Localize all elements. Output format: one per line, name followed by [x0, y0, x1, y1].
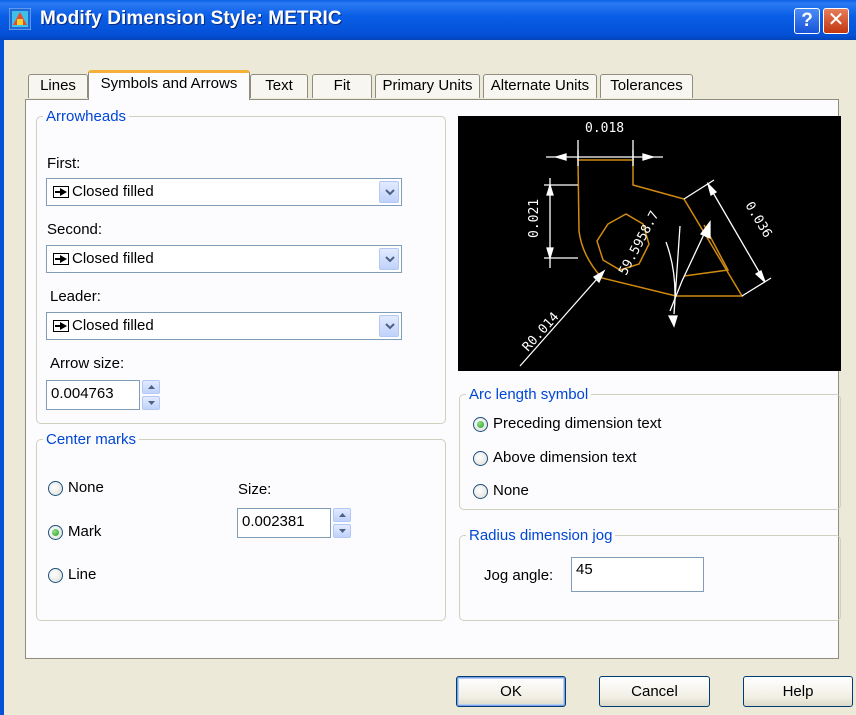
autocad-app-icon — [9, 8, 31, 30]
dim-top-text: 0.018 — [585, 121, 624, 136]
leader-label: Leader: — [50, 288, 101, 305]
radius-jog-group-title: Radius dimension jog — [466, 527, 616, 544]
first-label: First: — [47, 155, 81, 172]
radio-label: Line — [68, 566, 97, 583]
second-arrowhead-select[interactable]: Closed filled — [46, 245, 402, 273]
spin-down-icon[interactable] — [142, 396, 160, 410]
radio-circle-icon[interactable] — [48, 481, 63, 496]
center-mark-size-label: Size: — [238, 481, 272, 498]
radio-circle-icon[interactable] — [473, 451, 488, 466]
tab-symbols-and-arrows[interactable]: Symbols and Arrows — [88, 70, 250, 100]
radio-circle-icon[interactable] — [473, 417, 488, 432]
tab-alternate-units[interactable]: Alternate Units — [483, 74, 597, 98]
center-mark-size-input[interactable]: 0.002381 — [237, 508, 331, 538]
chevron-down-icon[interactable] — [379, 315, 399, 337]
dim-left-text: 0.021 — [527, 199, 542, 238]
radio-label: Above dimension text — [493, 449, 637, 466]
dim-angle-text: 59.5958.7 — [616, 209, 662, 278]
tab-lines[interactable]: Lines — [28, 74, 88, 98]
closed-filled-arrow-icon — [53, 186, 69, 198]
tab-fit[interactable]: Fit — [312, 74, 372, 98]
help-button[interactable]: Help — [743, 676, 853, 707]
chevron-down-icon[interactable] — [379, 181, 399, 203]
center-mark-size-spinner[interactable] — [333, 508, 351, 538]
leader-arrowhead-select[interactable]: Closed filled — [46, 312, 402, 340]
closed-filled-arrow-icon — [53, 253, 69, 265]
leader-arrowhead-value: Closed filled — [72, 317, 154, 334]
window-frame-left — [0, 40, 4, 715]
close-button[interactable]: ✕ — [823, 8, 849, 34]
dimension-preview: 0.018 0.021 0.036 59.5958.7 R0.014 — [458, 116, 841, 371]
help-title-button[interactable]: ? — [794, 8, 820, 34]
radio-circle-icon[interactable] — [48, 568, 63, 583]
spin-up-icon[interactable] — [142, 380, 160, 394]
dim-right-text: 0.036 — [742, 199, 775, 240]
arc-length-group-title: Arc length symbol — [466, 386, 592, 403]
radio-label: Preceding dimension text — [493, 415, 662, 432]
spin-up-icon[interactable] — [333, 508, 351, 522]
dim-radius-text: R0.014 — [520, 310, 563, 355]
window-title: Modify Dimension Style: METRIC — [40, 8, 342, 29]
radio-label: None — [493, 482, 529, 499]
radio-circle-icon[interactable] — [48, 525, 63, 540]
tab-tolerances[interactable]: Tolerances — [600, 74, 693, 98]
tab-text[interactable]: Text — [250, 74, 308, 98]
arrow-size-label: Arrow size: — [50, 355, 125, 372]
radio-circle-icon[interactable] — [473, 484, 488, 499]
arrow-size-spinner[interactable] — [142, 380, 160, 410]
radio-label: None — [68, 479, 104, 496]
ok-button[interactable]: OK — [456, 676, 566, 707]
jog-angle-label: Jog angle: — [484, 567, 554, 584]
jog-angle-input[interactable]: 45 — [571, 557, 704, 592]
chevron-down-icon[interactable] — [379, 248, 399, 270]
dialog-window: Modify Dimension Style: METRIC ? ✕ Lines… — [0, 0, 856, 715]
first-arrowhead-select[interactable]: Closed filled — [46, 178, 402, 206]
second-label: Second: — [47, 221, 103, 238]
center-marks-group-title: Center marks — [43, 431, 140, 448]
title-bar[interactable]: Modify Dimension Style: METRIC ? ✕ — [0, 0, 856, 40]
closed-filled-arrow-icon — [53, 320, 69, 332]
second-arrowhead-value: Closed filled — [72, 250, 154, 267]
radio-label: Mark — [68, 523, 102, 540]
tab-primary-units[interactable]: Primary Units — [375, 74, 480, 98]
dimension-line-right — [707, 183, 766, 283]
cancel-button[interactable]: Cancel — [599, 676, 710, 707]
first-arrowhead-value: Closed filled — [72, 183, 154, 200]
arrow-size-input[interactable]: 0.004763 — [46, 380, 140, 410]
spin-down-icon[interactable] — [333, 524, 351, 538]
arrowheads-group-title: Arrowheads — [43, 108, 130, 125]
